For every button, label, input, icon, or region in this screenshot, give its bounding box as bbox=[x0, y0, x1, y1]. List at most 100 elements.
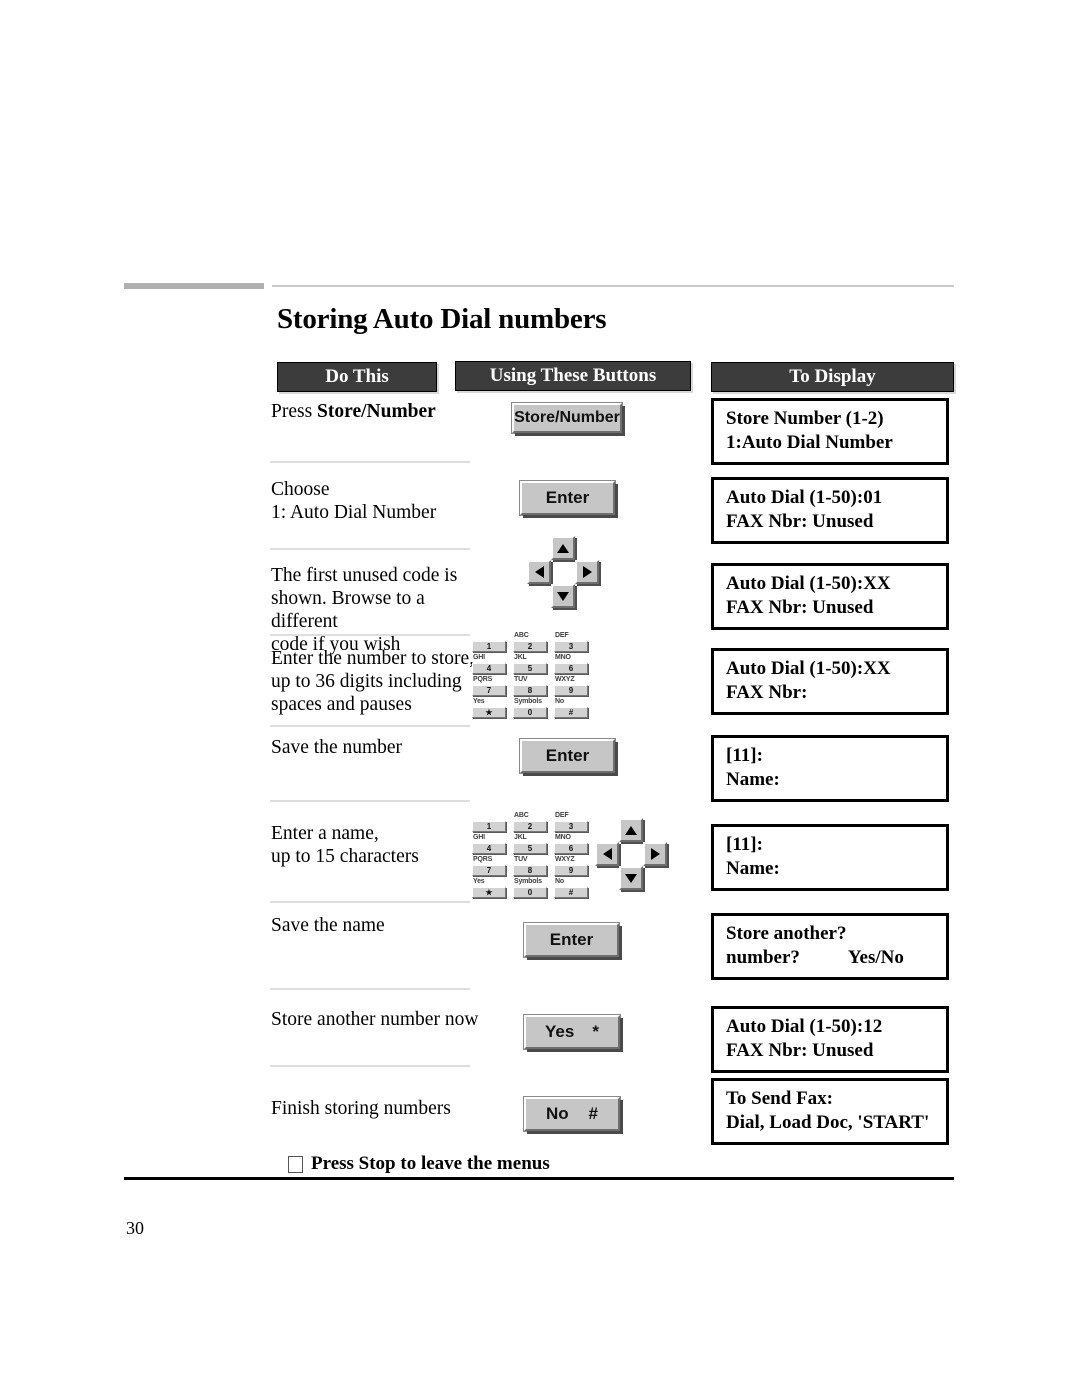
keypad-key[interactable]: Symbols 0 bbox=[513, 698, 551, 719]
key-letters: No bbox=[555, 698, 564, 705]
keypad-key[interactable]: TUV 8 bbox=[513, 676, 551, 697]
keypad-key[interactable]: DEF 3 bbox=[554, 632, 592, 653]
key-digit: 8 bbox=[513, 685, 547, 696]
yes-button[interactable]: Yes * bbox=[524, 1015, 620, 1049]
key-letters: ABC bbox=[514, 812, 529, 819]
keypad-key[interactable]: Symbols 0 bbox=[513, 878, 551, 899]
keypad-key[interactable]: WXYZ 9 bbox=[554, 676, 592, 697]
keypad-key[interactable]: GHI 4 bbox=[472, 654, 510, 675]
key-digit: 8 bbox=[513, 865, 547, 876]
display-line-1: Store another? bbox=[726, 923, 847, 944]
key-letters: WXYZ bbox=[555, 676, 575, 683]
header-rule-thin bbox=[272, 285, 954, 287]
key-digit: 2 bbox=[513, 821, 547, 832]
display-line-1: Auto Dial (1-50):12 bbox=[726, 1016, 883, 1037]
arrow-down-button[interactable] bbox=[619, 866, 643, 890]
arrow-down-icon bbox=[557, 591, 569, 601]
key-digit: 5 bbox=[513, 663, 547, 674]
display-auto-dial-xx-unused: Auto Dial (1-50):XX FAX Nbr: Unused bbox=[711, 563, 949, 630]
keypad-key[interactable]: 1 bbox=[472, 812, 510, 833]
key-letters: DEF bbox=[555, 632, 569, 639]
column-header-do-this: Do This bbox=[277, 362, 437, 392]
key-letters: JKL bbox=[514, 834, 527, 841]
step-instruction-store-another: Store another number now bbox=[271, 1008, 486, 1031]
instruction-emphasis: Store/Number bbox=[317, 401, 436, 422]
keypad-key[interactable]: GHI 4 bbox=[472, 834, 510, 855]
instruction-text: Press bbox=[271, 401, 318, 422]
step-instruction-enter-name: Enter a name, up to 15 characters bbox=[271, 822, 486, 868]
keypad-key[interactable]: JKL 5 bbox=[513, 834, 551, 855]
arrow-right-icon bbox=[650, 848, 660, 860]
display-line-2-left: number? bbox=[726, 947, 800, 968]
display-line-1: Auto Dial (1-50):01 bbox=[726, 487, 883, 508]
key-digit: 2 bbox=[513, 641, 547, 652]
key-digit: ★ bbox=[472, 707, 506, 718]
key-digit: 9 bbox=[554, 685, 588, 696]
arrow-right-button[interactable] bbox=[575, 560, 599, 584]
display-auto-dial-xx-blank: Auto Dial (1-50):XX FAX Nbr: bbox=[711, 648, 949, 715]
keypad-key[interactable]: ABC 2 bbox=[513, 812, 551, 833]
instruction-line-1: Enter a name, bbox=[271, 823, 379, 844]
keypad-key[interactable]: DEF 3 bbox=[554, 812, 592, 833]
yes-button-label: Yes bbox=[545, 1022, 575, 1041]
instruction-line-2: shown. Browse to a different bbox=[271, 588, 425, 632]
keypad-key[interactable]: Yes ★ bbox=[472, 878, 510, 899]
enter-button[interactable]: Enter bbox=[520, 739, 615, 773]
instruction-line-1: Save the name bbox=[271, 915, 385, 936]
instruction-line-1: Finish storing numbers bbox=[271, 1098, 451, 1119]
display-line-1: [11]: bbox=[726, 834, 763, 855]
display-line-1: Store Number (1-2) bbox=[726, 408, 884, 429]
keypad-key[interactable]: No # bbox=[554, 698, 592, 719]
keypad-key[interactable]: MNO 6 bbox=[554, 654, 592, 675]
arrow-up-button[interactable] bbox=[551, 536, 575, 560]
enter-button[interactable]: Enter bbox=[520, 481, 615, 515]
display-line-2: FAX Nbr: Unused bbox=[726, 597, 874, 618]
step-instruction-finish-storing: Finish storing numbers bbox=[271, 1097, 486, 1120]
keypad-key[interactable]: 1 bbox=[472, 632, 510, 653]
arrow-key-cluster bbox=[527, 536, 599, 608]
key-digit: 1 bbox=[472, 641, 506, 652]
display-line-1: Auto Dial (1-50):XX bbox=[726, 573, 891, 594]
keypad-key[interactable]: JKL 5 bbox=[513, 654, 551, 675]
display-auto-dial-01: Auto Dial (1-50):01 FAX Nbr: Unused bbox=[711, 477, 949, 544]
key-letters: Symbols bbox=[514, 878, 542, 885]
store-number-button[interactable]: Store/Number bbox=[512, 403, 622, 433]
row-separator bbox=[270, 548, 470, 550]
arrow-down-button[interactable] bbox=[551, 584, 575, 608]
instruction-line-1: Enter the number to store, bbox=[271, 648, 475, 669]
step-instruction-enter-number: Enter the number to store, up to 36 digi… bbox=[271, 647, 486, 716]
no-button[interactable]: No # bbox=[524, 1097, 620, 1131]
display-store-number: Store Number (1-2) 1:Auto Dial Number bbox=[711, 398, 949, 465]
display-line-1: Auto Dial (1-50):XX bbox=[726, 658, 891, 679]
arrow-up-icon bbox=[557, 543, 569, 553]
instruction-line-2: up to 36 digits including bbox=[271, 671, 462, 692]
keypad-key[interactable]: TUV 8 bbox=[513, 856, 551, 877]
page-title: Storing Auto Dial numbers bbox=[277, 303, 607, 335]
arrow-left-icon bbox=[602, 848, 612, 860]
arrow-left-button[interactable] bbox=[595, 842, 619, 866]
display-to-send-fax: To Send Fax: Dial, Load Doc, 'START' bbox=[711, 1078, 949, 1145]
keypad-key[interactable]: ABC 2 bbox=[513, 632, 551, 653]
keypad-key[interactable]: No # bbox=[554, 878, 592, 899]
arrow-left-button[interactable] bbox=[527, 560, 551, 584]
keypad-key[interactable]: Yes ★ bbox=[472, 698, 510, 719]
display-line-2: 1:Auto Dial Number bbox=[726, 432, 893, 453]
keypad-key[interactable]: PQRS 7 bbox=[472, 856, 510, 877]
arrow-left-icon bbox=[534, 566, 544, 578]
display-line-2: number? Yes/No bbox=[726, 946, 946, 970]
key-letters: TUV bbox=[514, 856, 528, 863]
row-separator bbox=[270, 725, 470, 727]
key-letters: DEF bbox=[555, 812, 569, 819]
numeric-keypad: 1 ABC 2 DEF 3 GHI 4 JKL 5 MNO 6 PQRS 7 TUV 8 WX… bbox=[472, 632, 592, 719]
keypad-key[interactable]: WXYZ 9 bbox=[554, 856, 592, 877]
keypad-key[interactable]: MNO 6 bbox=[554, 834, 592, 855]
arrow-down-icon bbox=[625, 873, 637, 883]
instruction-line-1: Save the number bbox=[271, 737, 403, 758]
footer-rule bbox=[124, 1177, 954, 1180]
key-letters: PQRS bbox=[473, 856, 493, 863]
header-rule-thick bbox=[124, 283, 264, 289]
arrow-up-button[interactable] bbox=[619, 818, 643, 842]
arrow-right-button[interactable] bbox=[643, 842, 667, 866]
keypad-key[interactable]: PQRS 7 bbox=[472, 676, 510, 697]
enter-button[interactable]: Enter bbox=[524, 923, 619, 957]
